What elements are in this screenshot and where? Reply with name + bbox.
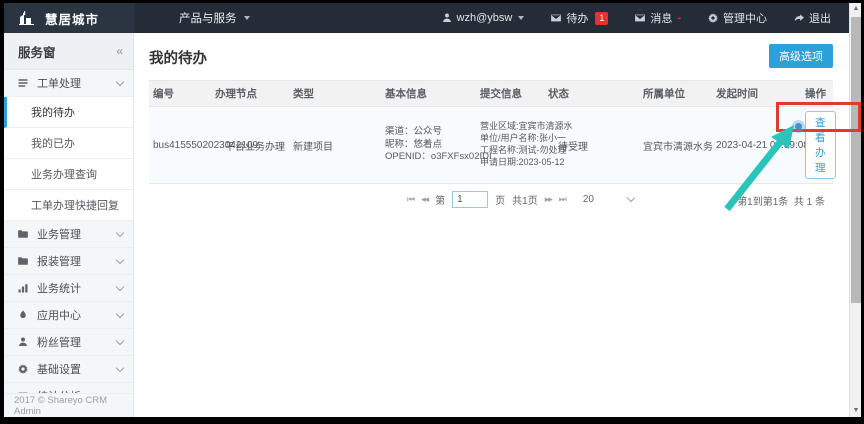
topbar: 慧居城市 产品与服务 wzh@ybsw 待办 1 消息 - xyxy=(4,3,849,33)
app-window: 慧居城市 产品与服务 wzh@ybsw 待办 1 消息 - xyxy=(4,3,861,417)
first-page-icon[interactable]: ⏮ xyxy=(407,195,414,205)
pagination-row: ⏮ ◂◂ 第 页 共1页 ▸▸ ⏭ 20 第1到第1条 共 1 条 xyxy=(149,191,833,211)
todo-count-badge: 1 xyxy=(595,12,608,25)
advanced-options-button[interactable]: 高级选项 xyxy=(769,44,833,68)
topbar-right: wzh@ybsw 待办 1 消息 - 管理中心 退出 xyxy=(441,10,849,26)
user-menu[interactable]: wzh@ybsw xyxy=(441,12,525,24)
scroll-down-icon[interactable]: ▼ xyxy=(850,405,861,417)
chevron-down-icon xyxy=(627,194,635,202)
main-header: 我的待办 高级选项 xyxy=(149,44,833,68)
cell-submit-info: 营业区域:宜宾市清源水 单位/用户名称:张小一 工程名称:测试-勿处理 申请日期… xyxy=(476,107,544,184)
envelope-icon xyxy=(634,12,646,24)
col-header-node: 办理节点 xyxy=(211,81,289,107)
sidebar-group-app-center[interactable]: 应用中心 xyxy=(4,302,133,329)
last-page-icon[interactable]: ⏭ xyxy=(559,195,566,205)
prev-page-icon[interactable]: ◂◂ xyxy=(421,195,428,205)
record-range-text: 第1到第1条 共 1 条 xyxy=(737,193,825,208)
app-title: 慧居城市 xyxy=(45,9,99,28)
col-header-status: 状态 xyxy=(544,81,639,107)
logout-arrow-icon xyxy=(793,12,805,24)
sidebar-footer-copyright: 2017 © Shareyo CRM Admin xyxy=(4,393,133,417)
envelope-icon xyxy=(550,12,562,24)
folder-icon xyxy=(17,228,29,240)
message-badge: - xyxy=(677,12,681,24)
sidebar-group-fans-mgmt[interactable]: 粉丝管理 xyxy=(4,329,133,356)
cell-id: bus4155502023042109. xyxy=(149,107,211,184)
cell-org: 宜宾市清源水务集团有限 xyxy=(639,107,712,184)
chevron-down-icon xyxy=(116,228,124,236)
logo[interactable]: 慧居城市 xyxy=(4,3,134,33)
sidebar-item-my-done[interactable]: 我的已办 xyxy=(4,128,133,159)
chevron-down-icon xyxy=(518,16,524,20)
todo-menu[interactable]: 待办 1 xyxy=(550,10,608,26)
col-header-org: 所属单位 xyxy=(639,81,712,107)
col-header-basic-info: 基本信息 xyxy=(381,81,476,107)
sidebar-submenu: 我的待办 我的已办 业务办理查询 工单办理快捷回复 xyxy=(4,97,133,221)
scrollbar-thumb[interactable] xyxy=(851,17,861,303)
sidebar-title: 服务窗 xyxy=(18,42,116,61)
sidebar: 服务窗 « 工单处理 我的待办 我的已办 业务办理查询 工单办理快捷回复 业务管… xyxy=(4,33,134,417)
page-suffix: 页 xyxy=(495,192,505,207)
todo-table: 编号 办理节点 类型 基本信息 提交信息 状态 所属单位 发起时间 操作 bus… xyxy=(149,80,833,184)
chevron-down-icon xyxy=(116,336,124,344)
next-page-icon[interactable]: ▸▸ xyxy=(545,195,552,205)
total-pages: 共1页 xyxy=(512,192,538,207)
main-content: 我的待办 高级选项 编号 办理节点 类型 基本信息 提交信息 状态 所属单位 发… xyxy=(135,33,849,417)
cell-type: 新建项目 xyxy=(289,107,381,184)
chevron-down-icon xyxy=(116,309,124,317)
city-building-icon xyxy=(17,9,37,27)
table-header-row: 编号 办理节点 类型 基本信息 提交信息 状态 所属单位 发起时间 操作 xyxy=(149,81,833,107)
col-header-action: 操作 xyxy=(801,81,833,107)
logout-menu[interactable]: 退出 xyxy=(793,10,831,26)
list-icon xyxy=(17,77,29,89)
gear-icon xyxy=(17,363,29,375)
page-prefix: 第 xyxy=(435,192,445,207)
sidebar-group-basic-settings[interactable]: 基础设置 xyxy=(4,356,133,383)
folder-icon xyxy=(17,255,29,267)
sidebar-header: 服务窗 « xyxy=(4,33,133,70)
page-number-input[interactable] xyxy=(452,191,488,208)
col-header-type: 类型 xyxy=(289,81,381,107)
sidebar-group-business-stats[interactable]: 业务统计 xyxy=(4,275,133,302)
sidebar-group-install-mgmt[interactable]: 报装管理 xyxy=(4,248,133,275)
messages-menu[interactable]: 消息 - xyxy=(634,10,681,26)
sidebar-item-business-query[interactable]: 业务办理查询 xyxy=(4,159,133,190)
bar-chart-icon xyxy=(17,282,29,294)
page-size-select[interactable]: 20 xyxy=(583,194,634,205)
table-row[interactable]: bus4155502023042109. 平台业务办理 新建项目 渠道：公众号 … xyxy=(149,107,833,184)
col-header-start-time: 发起时间 xyxy=(712,81,801,107)
col-header-submit-info: 提交信息 xyxy=(476,81,544,107)
chevron-down-icon xyxy=(116,255,124,263)
cell-basic-info: 渠道：公众号 昵称：悠着点 OPENID：o3FXFsx02IDI xyxy=(381,107,476,184)
vertical-scrollbar[interactable]: ▲ ▼ xyxy=(849,3,861,417)
cell-status: 待受理 xyxy=(544,107,639,184)
menu-products-services[interactable]: 产品与服务 xyxy=(179,10,250,26)
gear-icon xyxy=(707,12,719,24)
chevron-down-icon xyxy=(116,77,124,85)
col-header-id: 编号 xyxy=(149,81,211,107)
sidebar-group-workorder[interactable]: 工单处理 xyxy=(4,70,133,97)
sidebar-item-quick-reply[interactable]: 工单办理快捷回复 xyxy=(4,190,133,221)
droplet-icon xyxy=(17,309,29,321)
sidebar-collapse-button[interactable]: « xyxy=(116,44,123,58)
cell-start-time: 2023-04-21 09:39:08 xyxy=(712,107,801,184)
page-title: 我的待办 xyxy=(149,44,207,68)
scroll-up-icon[interactable]: ▲ xyxy=(850,3,861,15)
admin-center-menu[interactable]: 管理中心 xyxy=(707,10,767,26)
chevron-down-icon xyxy=(116,363,124,371)
pager: ⏮ ◂◂ 第 页 共1页 ▸▸ ⏭ 20 xyxy=(407,191,634,208)
chevron-down-icon xyxy=(116,282,124,290)
user-icon xyxy=(441,12,453,24)
chevron-down-icon xyxy=(244,16,250,20)
sidebar-item-my-todo[interactable]: 我的待办 xyxy=(4,97,133,128)
cell-action: 查看办理 xyxy=(801,107,833,184)
view-handle-button[interactable]: 查看办理 xyxy=(805,111,836,179)
user-icon xyxy=(17,336,29,348)
sidebar-group-business-mgmt[interactable]: 业务管理 xyxy=(4,221,133,248)
